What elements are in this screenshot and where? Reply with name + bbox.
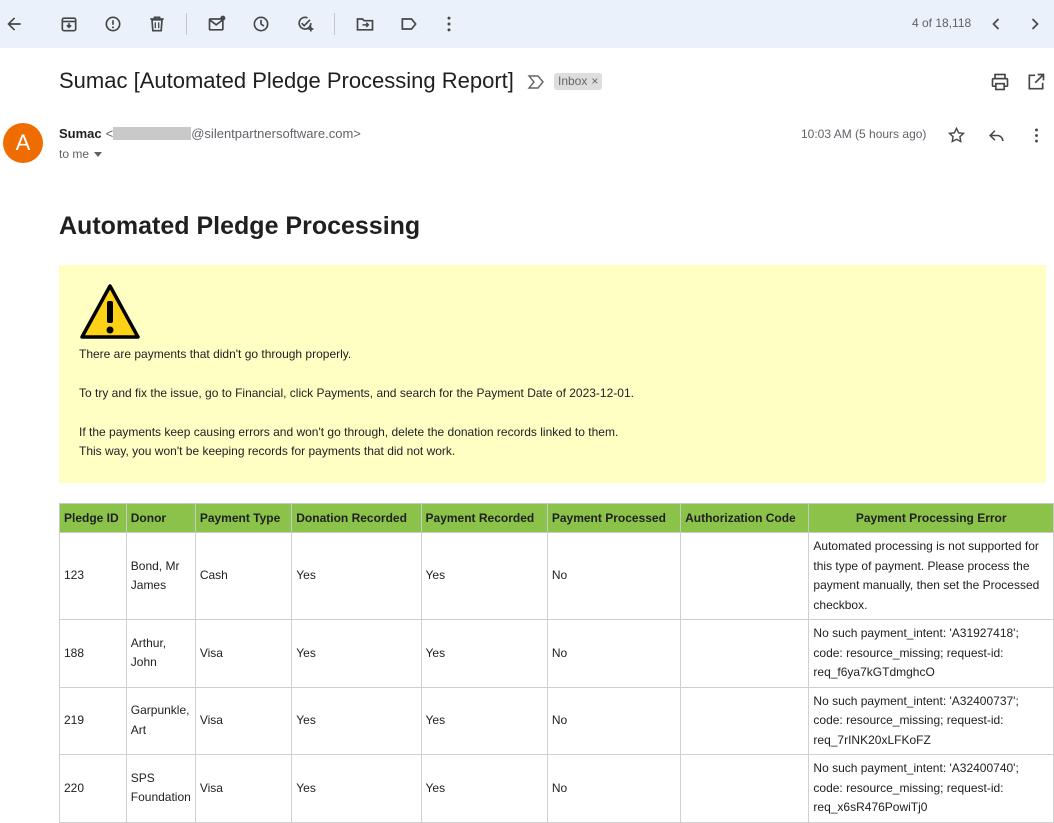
message-toolbar: 4 of 18,118	[0, 0, 1054, 48]
toolbar-divider	[334, 13, 335, 35]
payment-type-cell: Visa	[194, 686, 293, 755]
col-pledge-id: Pledge ID	[59, 503, 127, 533]
remove-label-icon[interactable]: ×	[591, 74, 598, 88]
pledge-id-cell: 188	[59, 619, 127, 688]
alert-line-4: This way, you won't be keeping records f…	[79, 444, 456, 458]
sender-line: Sumac < @silentpartnersoftware.com>	[59, 126, 361, 141]
authorization-code-cell	[680, 754, 810, 823]
toolbar-divider	[186, 13, 187, 35]
open-in-new-window-icon[interactable]	[1025, 71, 1047, 93]
donor-cell: Bond, Mr James	[125, 532, 196, 620]
processing-error-cell: Automated processing is not supported fo…	[808, 532, 1054, 620]
col-payment-type: Payment Type	[194, 503, 293, 533]
star-icon[interactable]	[945, 124, 967, 146]
pledge-id-cell: 219	[59, 686, 127, 755]
payment-recorded-cell: Yes	[420, 619, 548, 688]
col-donation-recorded: Donation Recorded	[291, 503, 422, 533]
move-to-icon[interactable]	[353, 12, 377, 36]
table-header-row: Pledge ID Donor Payment Type Donation Re…	[59, 503, 1054, 533]
redacted-email-local-part	[113, 127, 192, 140]
pagination-count: 4 of 18,118	[912, 16, 972, 30]
donation-recorded-cell: Yes	[291, 532, 422, 620]
authorization-code-cell	[680, 532, 810, 620]
pledge-id-cell: 220	[59, 754, 127, 823]
donor-cell: Garpunkle, Art	[125, 686, 196, 755]
more-vert-icon[interactable]	[437, 12, 461, 36]
sender-avatar[interactable]: A	[3, 123, 43, 163]
alert-line-2: To try and fix the issue, go to Financia…	[79, 386, 634, 400]
warning-box: There are payments that didn't go throug…	[59, 265, 1046, 483]
email-subject: Sumac [Automated Pledge Processing Repor…	[59, 68, 514, 93]
importance-marker-icon[interactable]	[527, 74, 545, 90]
table-row: 188 Arthur, John Visa Yes Yes No No such…	[59, 619, 1054, 688]
sender-email-domain: @silentpartnersoftware.com>	[191, 126, 361, 141]
payment-recorded-cell: Yes	[420, 686, 548, 755]
snooze-icon[interactable]	[249, 12, 273, 36]
processing-error-cell: No such payment_intent: 'A31927418'; cod…	[808, 619, 1054, 688]
table-row: 220 SPS Foundation Visa Yes Yes No No su…	[59, 754, 1054, 823]
report-heading: Automated Pledge Processing	[59, 212, 421, 240]
payment-recorded-cell: Yes	[420, 754, 548, 823]
inbox-label-text: Inbox	[558, 74, 588, 88]
sender-name[interactable]: Sumac	[59, 126, 102, 141]
more-options-icon[interactable]	[1025, 124, 1047, 146]
alert-line-3: If the payments keep causing errors and …	[79, 425, 619, 439]
col-payment-recorded: Payment Recorded	[420, 503, 548, 533]
payment-recorded-cell: Yes	[420, 532, 548, 620]
recipient-details[interactable]: to me	[59, 147, 103, 161]
table-row: 219 Garpunkle, Art Visa Yes Yes No No su…	[59, 686, 1054, 755]
processing-error-cell: No such payment_intent: 'A32400740'; cod…	[808, 754, 1054, 823]
mark-unread-icon[interactable]	[205, 12, 229, 36]
donor-cell: SPS Foundation	[125, 754, 196, 823]
processing-error-cell: No such payment_intent: 'A32400737'; cod…	[808, 686, 1054, 755]
authorization-code-cell	[680, 619, 810, 688]
pledge-table: Pledge ID Donor Payment Type Donation Re…	[59, 503, 1054, 823]
recipient-label: to me	[59, 147, 90, 161]
print-icon[interactable]	[989, 71, 1011, 93]
col-donor: Donor	[125, 503, 196, 533]
alert-line-1: There are payments that didn't go throug…	[79, 347, 352, 361]
back-arrow-icon[interactable]	[2, 12, 26, 36]
warning-triangle-icon	[80, 284, 140, 339]
col-payment-processed: Payment Processed	[546, 503, 682, 533]
chevron-left-icon[interactable]	[984, 12, 1008, 36]
caret-down-icon[interactable]	[94, 152, 103, 157]
delete-icon[interactable]	[145, 12, 169, 36]
reply-icon[interactable]	[985, 124, 1007, 146]
received-time: 10:03 AM (5 hours ago)	[801, 127, 927, 141]
payment-type-cell: Visa	[194, 619, 293, 688]
inbox-label-chip[interactable]: Inbox ×	[554, 73, 603, 90]
add-task-icon[interactable]	[293, 12, 317, 36]
payment-processed-cell: No	[546, 686, 682, 755]
donation-recorded-cell: Yes	[291, 686, 422, 755]
archive-icon[interactable]	[57, 12, 81, 36]
payment-processed-cell: No	[546, 619, 682, 688]
sender-email-open: <	[105, 126, 114, 141]
donation-recorded-cell: Yes	[291, 619, 422, 688]
pledge-id-cell: 123	[59, 532, 127, 620]
payment-type-cell: Visa	[194, 754, 293, 823]
donor-cell: Arthur, John	[125, 619, 196, 688]
donation-recorded-cell: Yes	[291, 754, 422, 823]
report-spam-icon[interactable]	[101, 12, 125, 36]
col-authorization-code: Authorization Code	[680, 503, 810, 533]
chevron-right-icon[interactable]	[1023, 12, 1047, 36]
authorization-code-cell	[680, 686, 810, 755]
payment-processed-cell: No	[546, 754, 682, 823]
label-icon[interactable]	[397, 12, 421, 36]
payment-type-cell: Cash	[194, 532, 293, 620]
table-row: 123 Bond, Mr James Cash Yes Yes No Autom…	[59, 532, 1054, 620]
payment-processed-cell: No	[546, 532, 682, 620]
col-payment-processing-error: Payment Processing Error	[808, 503, 1054, 533]
